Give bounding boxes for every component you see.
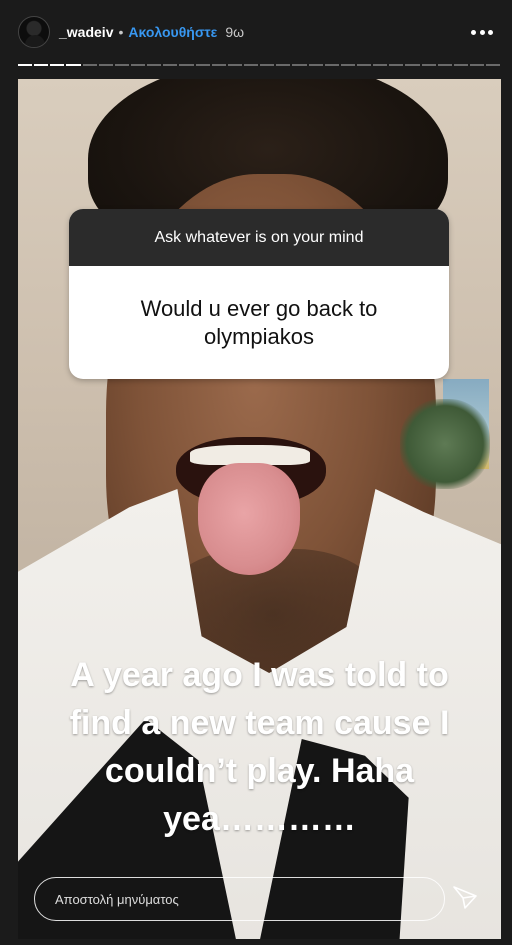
progress-segment bbox=[66, 64, 81, 66]
username[interactable]: _wadeiv bbox=[59, 24, 113, 40]
progress-segment bbox=[453, 64, 468, 66]
progress-segment bbox=[276, 64, 291, 66]
avatar[interactable] bbox=[18, 16, 50, 48]
progress-segment bbox=[211, 64, 226, 66]
progress-segment bbox=[421, 64, 436, 66]
question-text: Would u ever go back to olympiakos bbox=[69, 266, 449, 379]
photo-tongue bbox=[198, 463, 300, 575]
more-horizontal-icon[interactable] bbox=[470, 20, 494, 44]
follow-button[interactable]: Ακολουθήστε bbox=[128, 24, 217, 40]
question-prompt: Ask whatever is on your mind bbox=[69, 209, 449, 266]
caption-line-1: A year ago I was told to bbox=[70, 656, 449, 694]
story-header: _wadeiv • Ακολουθήστε 9ω bbox=[18, 14, 494, 50]
story-viewer: _wadeiv • Ακολουθήστε 9ω Ask whatever is… bbox=[0, 0, 512, 945]
question-line-1: Would u ever go back to bbox=[140, 295, 378, 321]
progress-segment bbox=[486, 64, 501, 66]
question-line-2: olympiakos bbox=[203, 323, 315, 349]
progress-segment bbox=[292, 64, 307, 66]
caption-line-3: couldn’t play. Haha bbox=[104, 752, 415, 790]
progress-segment bbox=[50, 64, 65, 66]
reply-bar[interactable] bbox=[34, 877, 445, 921]
progress-segment bbox=[243, 64, 259, 66]
progress-segment bbox=[82, 64, 97, 66]
progress-segment bbox=[147, 64, 162, 66]
progress-segment bbox=[340, 64, 355, 66]
progress-segment bbox=[324, 64, 339, 66]
caption-line-2: find a new team cause I bbox=[69, 704, 450, 742]
question-sticker[interactable]: Ask whatever is on your mind Would u eve… bbox=[69, 209, 449, 379]
progress-segment bbox=[179, 64, 194, 66]
progress-segment bbox=[405, 64, 420, 66]
send-icon[interactable] bbox=[452, 884, 478, 910]
progress-segment bbox=[34, 64, 49, 66]
progress-segment bbox=[356, 64, 372, 66]
progress-segment bbox=[195, 64, 210, 66]
progress-segment bbox=[114, 64, 129, 66]
story-caption: A year ago I was told to find a new team… bbox=[18, 651, 501, 843]
timestamp: 9ω bbox=[225, 24, 245, 40]
progress-segment bbox=[18, 64, 33, 66]
progress-segment bbox=[227, 64, 242, 66]
progress-segment bbox=[98, 64, 113, 66]
progress-segment bbox=[130, 64, 146, 66]
caption-line-4: yea………… bbox=[163, 800, 356, 838]
photo-background-plant bbox=[400, 399, 490, 489]
progress-segment bbox=[308, 64, 323, 66]
progress-segment bbox=[389, 64, 404, 66]
progress-segment bbox=[163, 64, 178, 66]
photo-teeth bbox=[190, 445, 310, 465]
progress-segment bbox=[260, 64, 275, 66]
reply-input[interactable] bbox=[55, 891, 444, 907]
separator-dot: • bbox=[118, 24, 124, 40]
progress-segment bbox=[437, 64, 452, 66]
progress-segment bbox=[469, 64, 485, 66]
progress-segment bbox=[373, 64, 388, 66]
story-progress-bar bbox=[18, 64, 501, 66]
